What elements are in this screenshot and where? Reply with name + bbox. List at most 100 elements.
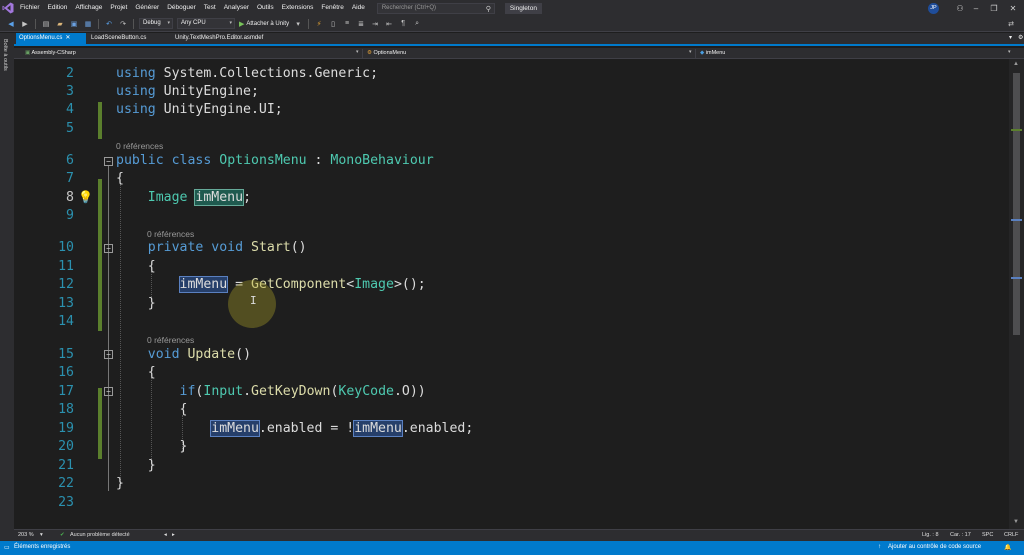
code-text: if(Input.GetKeyDown(KeyCode.O)) xyxy=(179,384,426,399)
menu-view[interactable]: Affichage xyxy=(71,0,106,16)
code-text: { xyxy=(116,365,156,380)
arrow-left-icon[interactable]: ◂ xyxy=(164,532,167,538)
member-dropdown[interactable]: ◆ imMenu xyxy=(697,49,997,58)
close-window-icon[interactable]: ✕ xyxy=(1003,0,1023,16)
maximize-icon[interactable]: ❐ xyxy=(984,0,1004,16)
line-number: 3 xyxy=(66,84,74,99)
toolbar-separator xyxy=(133,18,134,29)
tab-options-menu[interactable]: OptionsMenu.cs ✕ xyxy=(16,33,86,44)
tab-load-scene-button[interactable]: LoadSceneButton.cs xyxy=(88,33,170,44)
menu-analyze[interactable]: Analyser xyxy=(220,0,253,16)
live-share-icon[interactable]: ⇄ xyxy=(1006,19,1016,29)
configuration-dropdown[interactable]: Debug ▾ xyxy=(139,18,173,29)
undo-icon[interactable]: ↶ xyxy=(104,19,114,29)
account-avatar[interactable]: JP xyxy=(928,3,939,14)
scroll-thumb[interactable] xyxy=(1013,73,1020,335)
save-icon[interactable]: ▣ xyxy=(69,19,79,29)
chevron-down-icon: ▾ xyxy=(356,49,359,55)
code-text: { xyxy=(116,259,156,274)
find-icon[interactable]: ⌕ xyxy=(412,19,422,29)
uncomment-icon[interactable]: ≣ xyxy=(356,19,366,29)
whitespace-mode[interactable]: SPC xyxy=(982,532,993,538)
scroll-down-icon[interactable]: ▼ xyxy=(1013,519,1019,525)
comment-icon[interactable]: ≡ xyxy=(342,19,352,29)
arrow-right-icon[interactable]: ▸ xyxy=(172,532,175,538)
menu-file[interactable]: Fichier xyxy=(16,0,44,16)
scroll-up-icon[interactable]: ▲ xyxy=(1013,61,1019,67)
menu-build[interactable]: Générer xyxy=(131,0,163,16)
search-input[interactable]: Rechercher (Ctrl+Q) ⚲ xyxy=(376,2,495,14)
line-number: 13 xyxy=(58,296,74,311)
open-file-icon[interactable]: ▰ xyxy=(55,19,65,29)
close-icon[interactable]: ✕ xyxy=(65,35,70,41)
menu-debug[interactable]: Déboguer xyxy=(163,0,200,16)
code-text: void Update() xyxy=(147,347,252,362)
bookmark-icon[interactable]: ▯ xyxy=(328,19,338,29)
tab-overflow-icon[interactable]: ▾ xyxy=(1006,33,1015,44)
line-number: 8 xyxy=(66,190,74,205)
code-line: 2 using System.Collections.Generic; xyxy=(14,65,1009,84)
type-dropdown[interactable]: ⚙ OptionsMenu xyxy=(364,49,684,58)
outdent-icon[interactable]: ⇤ xyxy=(384,19,394,29)
menu-extensions[interactable]: Extensions xyxy=(278,0,318,16)
references-codelens[interactable]: 0 références xyxy=(147,334,194,346)
new-project-icon[interactable]: ▤ xyxy=(41,19,51,29)
chevron-down-icon: ▾ xyxy=(1008,49,1011,55)
chevron-down-icon[interactable]: ▾ xyxy=(40,532,43,538)
solution-name: Singleton xyxy=(504,2,542,14)
visual-studio-logo-icon xyxy=(0,0,16,16)
vertical-scrollbar[interactable]: ▲ ▼ xyxy=(1009,59,1024,529)
save-all-icon[interactable]: ▦ xyxy=(83,19,93,29)
line-number: 9 xyxy=(66,208,74,223)
platform-dropdown[interactable]: Any CPU ▾ xyxy=(177,18,235,29)
indent-icon[interactable]: ⇥ xyxy=(370,19,380,29)
menu-window[interactable]: Fenêtre xyxy=(317,0,347,16)
zoom-level[interactable]: 203 % xyxy=(18,532,34,538)
chevron-down-icon: ▾ xyxy=(229,20,232,26)
reference-marker xyxy=(1011,219,1022,221)
code-editor[interactable]: − − − − 0 références 0 références 0 réfé… xyxy=(14,59,1009,529)
menu-test[interactable]: Test xyxy=(200,0,220,16)
add-to-source-control[interactable]: Ajouter au contrôle de code source xyxy=(888,544,981,550)
menu-edit[interactable]: Edition xyxy=(44,0,72,16)
code-line: 5 xyxy=(14,120,1009,139)
toolbar-separator xyxy=(35,18,36,29)
tab-textmeshpro-asmdef[interactable]: Unity.TextMeshPro.Editor.asmdef xyxy=(172,33,292,44)
lightbulb-icon[interactable]: 💡 xyxy=(78,190,93,204)
minimize-icon[interactable]: – xyxy=(966,0,986,16)
menu-tools[interactable]: Outils xyxy=(253,0,278,16)
code-text: } xyxy=(116,439,188,454)
code-text: { xyxy=(116,402,188,417)
format-icon[interactable]: ¶ xyxy=(398,19,408,29)
settings-gear-icon[interactable]: ⚙ xyxy=(1015,33,1024,44)
status-bar: ▭ Éléments enregistrés ↑ Ajouter au cont… xyxy=(0,541,1024,555)
forward-icon[interactable]: ▶ xyxy=(20,19,30,29)
configuration-value: Debug xyxy=(143,20,161,26)
chevron-down-icon[interactable]: ▾ xyxy=(293,19,303,29)
cursor-line: Lig. : 8 xyxy=(922,532,939,538)
project-dropdown[interactable]: ▣ Assembly-CSharp xyxy=(22,49,352,58)
menu-project[interactable]: Projet xyxy=(106,0,131,16)
back-icon[interactable]: ◀ xyxy=(6,19,16,29)
code-line: 3 using UnityEngine; xyxy=(14,83,1009,102)
arrow-up-icon[interactable]: ↑ xyxy=(878,544,881,550)
cursor-column: Car. : 17 xyxy=(950,532,971,538)
line-ending[interactable]: CRLF xyxy=(1004,532,1018,538)
menu-help[interactable]: Aide xyxy=(348,0,369,16)
notifications-icon[interactable]: 🔔 xyxy=(1004,544,1011,551)
type-value: OptionsMenu xyxy=(373,50,407,56)
chevron-down-icon: ▾ xyxy=(167,20,170,26)
hot-reload-icon[interactable]: ⚡ xyxy=(314,19,324,29)
line-number: 11 xyxy=(58,259,74,274)
code-line: 4 using UnityEngine.UI; xyxy=(14,101,1009,120)
redo-icon[interactable]: ↷ xyxy=(118,19,128,29)
line-number: 19 xyxy=(58,421,74,436)
references-codelens[interactable]: 0 références xyxy=(116,140,163,152)
issues-status[interactable]: Aucun problème détecté xyxy=(70,532,130,538)
code-line: 21 } xyxy=(14,457,1009,476)
toolbox-tab[interactable]: Boîte à outils xyxy=(2,39,8,71)
attach-to-unity-button[interactable]: Attacher à Unity xyxy=(246,21,289,27)
search-icon[interactable]: ⚲ xyxy=(486,5,491,13)
start-debugging-icon[interactable]: ▶ xyxy=(239,20,244,28)
tab-label: OptionsMenu.cs xyxy=(19,35,63,41)
